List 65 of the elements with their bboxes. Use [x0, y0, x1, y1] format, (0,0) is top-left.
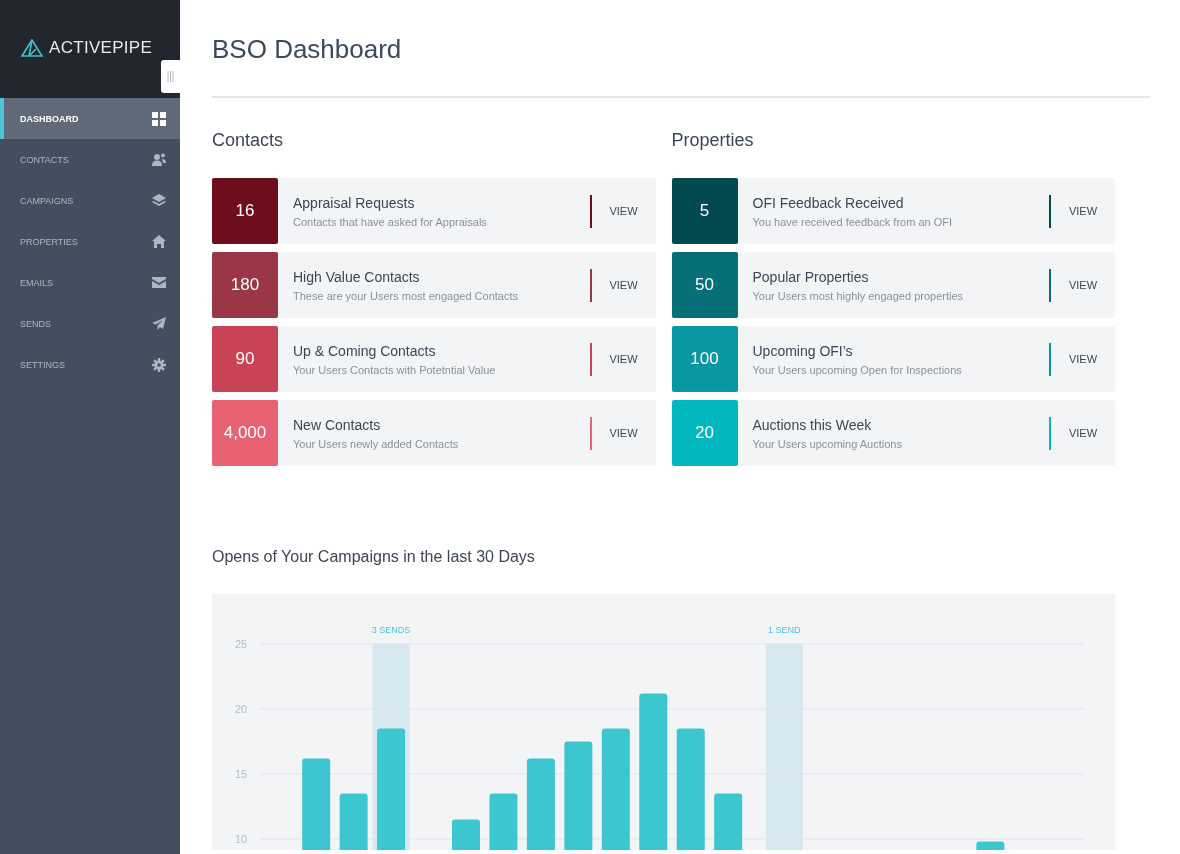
logo-text: ACTIVEPIPE: [49, 37, 153, 58]
card-title: Appraisal Requests: [293, 194, 416, 211]
view-link[interactable]: VIEW: [1051, 353, 1115, 365]
settings-icon: [152, 357, 166, 372]
view-link[interactable]: VIEW: [1051, 279, 1115, 291]
paper-plane-icon: [152, 317, 166, 330]
view-link[interactable]: VIEW: [1051, 427, 1115, 439]
envelope-icon: [152, 277, 166, 288]
card-subtitle: Contacts that have asked for Appraisals: [293, 215, 488, 228]
y-tick-label: 25: [235, 638, 248, 650]
chart-bar: [976, 841, 1005, 850]
nav-item[interactable]: CAMPAIGNS: [0, 180, 180, 221]
card-subtitle: Your Users newly added Contacts: [293, 437, 460, 450]
grid-icon: [152, 111, 166, 126]
card-subtitle: Your Users Contacts with Potetntial Value: [293, 363, 497, 376]
nav-item[interactable]: EMAILS: [0, 262, 180, 303]
nav-item[interactable]: SENDS: [0, 303, 180, 344]
card-title: Popular Properties: [752, 268, 870, 285]
chart-bar: [452, 819, 480, 850]
layers-icon: [152, 194, 166, 207]
view-link[interactable]: VIEW: [591, 279, 656, 291]
view-link[interactable]: VIEW: [591, 205, 656, 217]
card-subtitle: You have received feedback from an OFI: [752, 215, 954, 228]
card-title: High Value Contacts: [293, 268, 421, 285]
view-link[interactable]: VIEW: [591, 353, 656, 365]
count-tile: 50: [671, 252, 738, 318]
count-tile: 5: [671, 178, 738, 244]
count-tile: 4,000: [212, 400, 278, 466]
count-tile: 20: [671, 400, 738, 466]
send-label: 1 SEND: [768, 625, 801, 635]
section-heading: Contacts: [212, 130, 285, 150]
nav-item[interactable]: SETTINGS: [0, 344, 180, 385]
logo-icon: [21, 38, 43, 57]
section-heading: Properties: [671, 130, 755, 150]
card-title: New Contacts: [293, 416, 382, 433]
card-title: Auctions this Week: [752, 416, 873, 433]
nav-item[interactable]: CONTACTS: [0, 139, 180, 180]
card-subtitle: Your Users most highly engaged properties: [752, 289, 965, 302]
chart-bar: [714, 793, 743, 850]
handle-icon: [167, 71, 174, 82]
y-tick-label: 15: [235, 768, 248, 780]
send-label: 3 SENDS: [371, 625, 411, 635]
chart-bar: [489, 793, 518, 850]
card-title: Upcoming OFI’s: [752, 342, 854, 359]
house-icon: [152, 235, 166, 248]
y-tick-label: 10: [235, 833, 248, 845]
count-tile: 16: [212, 178, 278, 244]
chart-title: Opens of Your Campaigns in the last 30 Days: [212, 548, 536, 566]
count-tile: 100: [671, 326, 738, 392]
users-icon: [152, 153, 166, 166]
card-subtitle: Your Users upcoming Open for Inspections: [752, 363, 963, 376]
chart-bar: [339, 793, 368, 850]
card-subtitle: These are your Users most engaged Contacts: [293, 289, 519, 302]
card-title: OFI Feedback Received: [752, 194, 905, 211]
y-tick-label: 20: [235, 703, 248, 715]
nav-item[interactable]: DASHBOARD: [0, 98, 180, 139]
view-link[interactable]: VIEW: [1051, 205, 1115, 217]
card-subtitle: Your Users upcoming Auctions: [752, 437, 903, 450]
collapse-toggle[interactable]: [161, 60, 180, 93]
count-tile: 180: [212, 252, 278, 318]
view-link[interactable]: VIEW: [591, 427, 656, 439]
nav-item[interactable]: PROPERTIES: [0, 221, 180, 262]
card-title: Up & Coming Contacts: [293, 342, 437, 359]
count-tile: 90: [212, 326, 278, 392]
page-title: BSO Dashboard: [212, 0, 1150, 98]
